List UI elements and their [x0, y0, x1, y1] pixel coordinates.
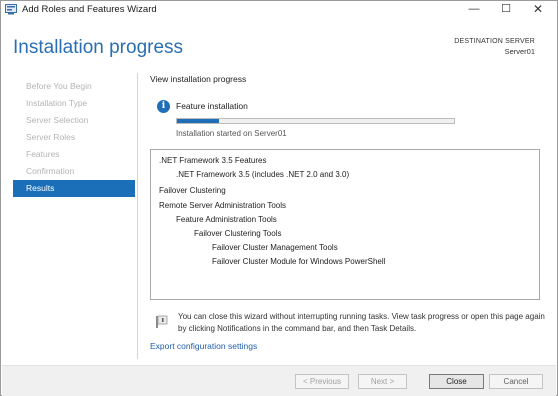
result-item: .NET Framework 3.5 (includes .NET 2.0 an…: [176, 169, 350, 179]
page-title: Installation progress: [13, 37, 184, 58]
window-title: Add Roles and Features Wizard: [22, 4, 157, 15]
close-window-button[interactable]: ✕: [523, 1, 553, 19]
wizard-nav: Before You Begin Installation Type Serve…: [13, 78, 135, 197]
nav-item-installation-type: Installation Type: [26, 98, 88, 108]
result-item: Feature Administration Tools: [176, 215, 277, 225]
nav-item-features: Features: [26, 149, 60, 159]
info-icon: i: [157, 100, 170, 113]
nav-item-server-roles: Server Roles: [26, 132, 76, 142]
maximize-button[interactable]: ☐: [491, 1, 521, 19]
nav-item-before-you-begin: Before You Begin: [26, 81, 92, 91]
nav-divider: [137, 73, 138, 359]
section-title: View installation progress: [150, 74, 247, 84]
next-button[interactable]: Next >: [358, 374, 407, 389]
title-bar[interactable]: Add Roles and Features Wizard — ☐ ✕: [1, 1, 557, 19]
started-text: Installation started on Server01: [176, 129, 287, 138]
result-item: Failover Cluster Management Tools: [212, 242, 338, 252]
close-button[interactable]: Close: [429, 374, 484, 389]
progress-bar: [176, 118, 455, 124]
result-item: Failover Clustering Tools: [194, 228, 282, 238]
destination-server-label: DESTINATION SERVER: [454, 38, 535, 45]
cancel-button[interactable]: Cancel: [489, 374, 543, 389]
results-list[interactable]: .NET Framework 3.5 Features .NET Framewo…: [150, 149, 540, 300]
nav-item-server-selection: Server Selection: [26, 115, 89, 125]
result-item: Failover Clustering: [159, 185, 226, 195]
nav-item-results[interactable]: Results: [13, 180, 135, 197]
main-content: View installation progress i Feature ins…: [150, 74, 545, 351]
result-item: Remote Server Administration Tools: [159, 201, 287, 211]
progress-bar-fill: [177, 119, 219, 123]
nav-item-confirmation: Confirmation: [26, 166, 75, 176]
close-wizard-note: You can close this wizard without interr…: [178, 312, 545, 333]
destination-server-name: Server01: [504, 47, 535, 56]
result-item: Failover Cluster Module for Windows Powe…: [212, 256, 386, 266]
server-manager-icon: [5, 4, 17, 15]
notification-flag-icon: [156, 315, 168, 328]
export-configuration-link[interactable]: Export configuration settings: [150, 341, 257, 351]
result-item: .NET Framework 3.5 Features: [159, 156, 267, 165]
previous-button[interactable]: < Previous: [295, 374, 349, 389]
status-label: Feature installation: [176, 101, 248, 111]
wizard-window: Add Roles and Features Wizard — ☐ ✕ Inst…: [0, 0, 558, 396]
minimize-button[interactable]: —: [459, 1, 489, 19]
